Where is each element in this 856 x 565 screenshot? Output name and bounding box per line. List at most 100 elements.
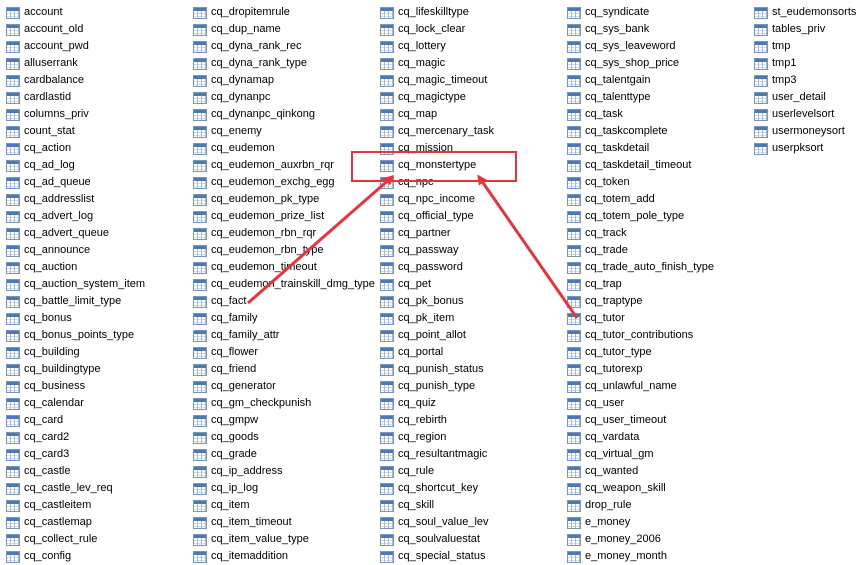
table-item[interactable]: cq_unlawful_name xyxy=(567,378,677,395)
table-item[interactable]: usermoneysort xyxy=(754,123,845,140)
table-item[interactable]: account_pwd xyxy=(6,38,89,55)
table-item[interactable]: cq_dynanpc xyxy=(193,89,270,106)
table-item[interactable]: cq_lottery xyxy=(380,38,446,55)
table-item[interactable]: cq_gm_checkpunish xyxy=(193,395,311,412)
table-item[interactable]: cq_dyna_rank_rec xyxy=(193,38,302,55)
table-item[interactable]: cq_card3 xyxy=(6,446,69,463)
table-item[interactable]: cq_eudemon_rbn_rqr xyxy=(193,225,316,242)
table-item[interactable]: cq_eudemon_prize_list xyxy=(193,208,324,225)
table-item[interactable]: cq_npc_income xyxy=(380,191,475,208)
table-item[interactable]: cq_gmpw xyxy=(193,412,258,429)
table-item[interactable]: cq_vardata xyxy=(567,429,639,446)
table-item[interactable]: cq_action xyxy=(6,140,71,157)
table-item[interactable]: cq_totem_add xyxy=(567,191,655,208)
table-item[interactable]: cq_partner xyxy=(380,225,451,242)
table-item[interactable]: cq_advert_queue xyxy=(6,225,109,242)
table-item[interactable]: cq_lifeskilltype xyxy=(380,4,469,21)
table-item[interactable]: e_money_month xyxy=(567,548,667,565)
table-item[interactable]: cq_syndicate xyxy=(567,4,649,21)
table-item[interactable]: cq_official_type xyxy=(380,208,474,225)
table-item[interactable]: cq_trade_auto_finish_type xyxy=(567,259,714,276)
table-item[interactable]: cq_business xyxy=(6,378,85,395)
table-item[interactable]: cq_tutor_type xyxy=(567,344,652,361)
table-item[interactable]: cq_enemy xyxy=(193,123,262,140)
table-item[interactable]: tmp1 xyxy=(754,55,796,72)
table-item[interactable]: cq_battle_limit_type xyxy=(6,293,121,310)
table-item[interactable]: cq_resultantmagic xyxy=(380,446,487,463)
table-item[interactable]: cq_advert_log xyxy=(6,208,93,225)
table-item[interactable]: cq_ip_address xyxy=(193,463,283,480)
table-item[interactable]: cq_calendar xyxy=(6,395,84,412)
table-item[interactable]: cardbalance xyxy=(6,72,84,89)
table-item[interactable]: cq_fact xyxy=(193,293,246,310)
table-item[interactable]: e_money_2006 xyxy=(567,531,661,548)
table-item[interactable]: cq_traptype xyxy=(567,293,642,310)
table-item[interactable]: cq_user_timeout xyxy=(567,412,666,429)
table-item[interactable]: cq_dup_name xyxy=(193,21,281,38)
table-item[interactable]: cq_soul_value_lev xyxy=(380,514,489,531)
table-item[interactable]: cq_family_attr xyxy=(193,327,279,344)
table-item[interactable]: cq_taskcomplete xyxy=(567,123,668,140)
table-item[interactable]: cq_special_status xyxy=(380,548,485,565)
table-item[interactable]: cq_dropitemrule xyxy=(193,4,290,21)
table-item[interactable]: cq_passway xyxy=(380,242,459,259)
table-item[interactable]: cq_tutor_contributions xyxy=(567,327,693,344)
table-item[interactable]: cq_building xyxy=(6,344,80,361)
table-item[interactable]: st_eudemonsorts xyxy=(754,4,856,21)
table-item[interactable]: cq_eudemon_rbn_type xyxy=(193,242,324,259)
table-item[interactable]: cq_goods xyxy=(193,429,259,446)
table-item[interactable]: cq_totem_pole_type xyxy=(567,208,684,225)
table-item[interactable]: cq_family xyxy=(193,310,257,327)
table-item[interactable]: cq_auction xyxy=(6,259,77,276)
table-item[interactable]: cq_rebirth xyxy=(380,412,447,429)
table-item[interactable]: userpksort xyxy=(754,140,823,157)
table-item[interactable]: cq_friend xyxy=(193,361,256,378)
table-item[interactable]: cq_taskdetail_timeout xyxy=(567,157,691,174)
table-item[interactable]: cq_card xyxy=(6,412,63,429)
table-item[interactable]: cardlastid xyxy=(6,89,71,106)
table-item[interactable]: alluserrank xyxy=(6,55,78,72)
table-item[interactable]: cq_announce xyxy=(6,242,90,259)
table-item[interactable]: cq_task xyxy=(567,106,623,123)
table-item[interactable]: cq_password xyxy=(380,259,463,276)
table-item[interactable]: cq_taskdetail xyxy=(567,140,649,157)
table-item[interactable]: cq_auction_system_item xyxy=(6,276,145,293)
table-item[interactable]: cq_virtual_gm xyxy=(567,446,653,463)
table-item[interactable]: cq_trade xyxy=(567,242,628,259)
table-item[interactable]: cq_wanted xyxy=(567,463,638,480)
table-item[interactable]: cq_addresslist xyxy=(6,191,94,208)
table-item[interactable]: count_stat xyxy=(6,123,75,140)
table-item[interactable]: cq_pet xyxy=(380,276,431,293)
table-item[interactable]: cq_shortcut_key xyxy=(380,480,478,497)
table-item[interactable]: tmp xyxy=(754,38,790,55)
table-item[interactable]: cq_point_allot xyxy=(380,327,466,344)
table-item[interactable]: cq_itemaddition xyxy=(193,548,288,565)
table-item[interactable]: cq_eudemon xyxy=(193,140,275,157)
table-item[interactable]: cq_eudemon_timeout xyxy=(193,259,317,276)
table-item[interactable]: user_detail xyxy=(754,89,826,106)
table-item[interactable]: cq_tutorexp xyxy=(567,361,642,378)
table-item[interactable]: cq_soulvaluestat xyxy=(380,531,480,548)
table-item[interactable]: cq_magictype xyxy=(380,89,466,106)
table-item[interactable]: cq_portal xyxy=(380,344,443,361)
table-item[interactable]: cq_region xyxy=(380,429,446,446)
table-item[interactable]: cq_talenttype xyxy=(567,89,650,106)
table-item[interactable]: cq_mercenary_task xyxy=(380,123,494,140)
table-item[interactable]: cq_sys_bank xyxy=(567,21,649,38)
table-item[interactable]: cq_ad_queue xyxy=(6,174,91,191)
table-item[interactable]: cq_weapon_skill xyxy=(567,480,666,497)
table-item[interactable]: cq_config xyxy=(6,548,71,565)
table-item[interactable]: cq_grade xyxy=(193,446,257,463)
table-item[interactable]: cq_lock_clear xyxy=(380,21,465,38)
table-item[interactable]: cq_trap xyxy=(567,276,622,293)
table-item[interactable]: cq_pk_item xyxy=(380,310,454,327)
table-item[interactable]: cq_magic_timeout xyxy=(380,72,487,89)
table-item[interactable]: cq_card2 xyxy=(6,429,69,446)
table-item[interactable]: drop_rule xyxy=(567,497,631,514)
table-item[interactable]: cq_eudemon_trainskill_dmg_type xyxy=(193,276,375,293)
table-item[interactable]: tmp3 xyxy=(754,72,796,89)
table-item[interactable]: cq_dyna_rank_type xyxy=(193,55,307,72)
table-item[interactable]: cq_token xyxy=(567,174,630,191)
table-item[interactable]: e_money xyxy=(567,514,630,531)
table-item[interactable]: cq_tutor xyxy=(567,310,625,327)
